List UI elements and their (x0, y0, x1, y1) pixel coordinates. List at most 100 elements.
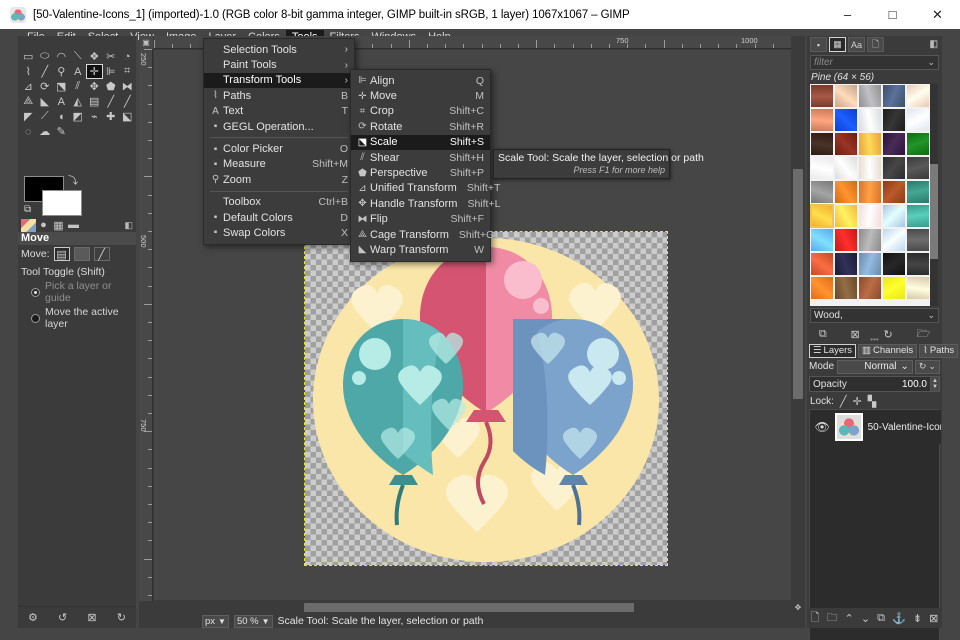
zoom-selector[interactable]: 50 % ▼ (233, 614, 273, 628)
menu-item-zoom[interactable]: ⚲ Zoom Z (204, 172, 354, 187)
select-by-color-icon[interactable]: ❖ (86, 49, 103, 64)
pattern-swatch[interactable] (858, 276, 882, 300)
pattern-swatch[interactable] (834, 180, 858, 204)
new-layer-icon[interactable]: 🗋 (811, 609, 820, 628)
free-select-icon[interactable]: ◠ (53, 49, 70, 64)
pattern-swatch[interactable] (858, 84, 882, 108)
vertical-ruler[interactable]: 250 500 750 (139, 49, 153, 601)
paintbrush-icon[interactable]: ╱ (103, 94, 120, 109)
tab-paths[interactable]: ⌇ Paths (919, 343, 959, 358)
pattern-swatch[interactable] (810, 84, 834, 108)
pattern-icon[interactable]: ▦ (51, 219, 66, 232)
layer-list-item[interactable]: 👁 50-Valentine-Icon (810, 410, 941, 444)
lock-alpha-icon[interactable]: ▚ (868, 395, 876, 408)
unit-selector[interactable]: px ▼ (202, 614, 229, 628)
scrollbar-thumb[interactable] (793, 169, 803, 399)
pattern-swatch[interactable] (834, 276, 858, 300)
pattern-swatch[interactable] (882, 204, 906, 228)
vertical-scrollbar[interactable] (791, 49, 805, 601)
pattern-swatch[interactable] (906, 180, 930, 204)
cage-transform-icon[interactable]: ⟁ (20, 94, 37, 109)
pattern-swatch[interactable] (906, 84, 930, 108)
menu-item-toolbox[interactable]: Toolbox Ctrl+B (204, 195, 354, 210)
pattern-swatch[interactable] (906, 204, 930, 228)
fuzzy-select-icon[interactable]: ⟍ (70, 49, 87, 64)
menu-item-align[interactable]: ⊫ Align Q (351, 73, 490, 88)
patterns-tab-icon[interactable]: ▦ (829, 37, 846, 52)
pattern-swatch[interactable] (810, 204, 834, 228)
new-layer-group-icon[interactable]: 🗀 (826, 609, 837, 628)
text-icon[interactable]: A (70, 64, 87, 79)
chevron-down-icon[interactable]: ⌄ (927, 310, 935, 321)
documents-tab-icon[interactable]: 🗋 (867, 37, 884, 52)
gradient-icon[interactable]: ▤ (86, 94, 103, 109)
image-canvas[interactable] (304, 231, 668, 566)
pencil-icon[interactable]: ╱ (37, 64, 54, 79)
menu-item-swap-colors[interactable]: ▪ Swap Colors X (204, 225, 354, 240)
default-colors-icon[interactable]: ⧉ (24, 204, 31, 215)
pattern-filter-input[interactable]: filter ⌄ (810, 55, 939, 70)
flip-icon[interactable]: ⧓ (119, 79, 136, 94)
pattern-swatch[interactable] (810, 180, 834, 204)
scissors-select-icon[interactable]: ✂ (103, 49, 120, 64)
unified-transform-icon[interactable]: ⊿ (20, 79, 37, 94)
rect-select-icon[interactable]: ▭ (20, 49, 37, 64)
menu-item-unified-transform[interactable]: ⊿ Unified Transform Shift+T (351, 181, 500, 196)
tab-layers[interactable]: ☰ Layers (809, 343, 857, 358)
pattern-swatch[interactable] (858, 132, 882, 156)
ellipse-select-icon[interactable]: ⬭ (37, 49, 54, 64)
dock-menu-icon[interactable]: ◧ (124, 220, 133, 231)
pattern-swatch[interactable] (882, 132, 906, 156)
dock-menu-icon[interactable]: ◧ (929, 38, 938, 49)
menu-item-paths[interactable]: ⌇ Paths B (204, 88, 354, 103)
menu-item-scale[interactable]: ⬔ Scale Shift+S (351, 134, 490, 150)
pattern-swatch[interactable] (858, 228, 882, 252)
blur-sharpen-icon[interactable]: ◌ (20, 124, 37, 139)
pattern-swatch[interactable] (882, 156, 906, 180)
pattern-swatch[interactable] (810, 108, 834, 132)
menu-item-shear[interactable]: ⫽ Shear Shift+H (351, 150, 490, 165)
menu-item-perspective[interactable]: ⬟ Perspective Shift+P (351, 165, 490, 180)
eraser-icon[interactable]: ◤ (20, 109, 37, 124)
fonts-tab-icon[interactable]: Aa (848, 37, 865, 52)
menu-item-move[interactable]: ✛ Move M (351, 88, 490, 103)
minimize-button[interactable]: – (825, 0, 870, 29)
ruler-unit-icon[interactable]: ▣ (139, 36, 153, 49)
image-thumbnail-icon[interactable] (21, 218, 36, 232)
pattern-swatch[interactable] (906, 132, 930, 156)
mode-extra-controls[interactable]: ↻ ⌄ (914, 359, 940, 374)
heal-icon[interactable]: ✚ (103, 109, 120, 124)
menu-item-cage-transform[interactable]: ⟁ Cage Transform Shift+G (351, 227, 494, 242)
reset-icon[interactable]: ↺ (58, 611, 67, 624)
pattern-swatch[interactable] (858, 156, 882, 180)
lock-pixels-icon[interactable]: ╱ (840, 395, 847, 408)
brushes-tab-icon[interactable]: ▪ (810, 37, 827, 52)
menu-item-warp-transform[interactable]: ◣ Warp Transform W (351, 242, 490, 257)
paths-icon[interactable]: ⌇ (20, 64, 37, 79)
pattern-swatch[interactable] (906, 108, 930, 132)
text-tool-icon[interactable]: A (53, 94, 70, 109)
lower-layer-icon[interactable]: ⌄ (861, 612, 870, 625)
pattern-swatch[interactable] (810, 132, 834, 156)
zoom-icon[interactable]: ⚲ (53, 64, 70, 79)
menu-item-gegl-operation[interactable]: ▪ GEGL Operation... (204, 119, 354, 134)
anchor-layer-icon[interactable]: ⚓ (892, 612, 906, 625)
pattern-swatch[interactable] (858, 108, 882, 132)
handle-transform-icon[interactable]: ✥ (86, 79, 103, 94)
pattern-swatch[interactable] (858, 252, 882, 276)
gradient-preview-icon[interactable]: ▬ (66, 219, 81, 232)
pattern-swatch[interactable] (810, 228, 834, 252)
airbrush-icon[interactable]: ⟋ (37, 109, 54, 124)
pattern-swatch[interactable] (810, 276, 834, 300)
layer-list[interactable]: 👁 50-Valentine-Icon (809, 409, 941, 640)
perspective-clone-icon[interactable]: ⬕ (119, 109, 136, 124)
align-icon[interactable]: ⊫ (103, 64, 120, 79)
scrollbar-thumb[interactable] (930, 164, 938, 259)
pattern-swatch[interactable] (906, 156, 930, 180)
shear-icon[interactable]: ⫽ (70, 79, 87, 94)
smudge-icon[interactable]: ☁ (37, 124, 54, 139)
lock-position-icon[interactable]: ✛ (853, 395, 862, 408)
horizontal-scrollbar[interactable] (154, 601, 791, 614)
foreground-select-icon[interactable]: ◔ (119, 49, 136, 64)
pattern-swatch[interactable] (834, 156, 858, 180)
